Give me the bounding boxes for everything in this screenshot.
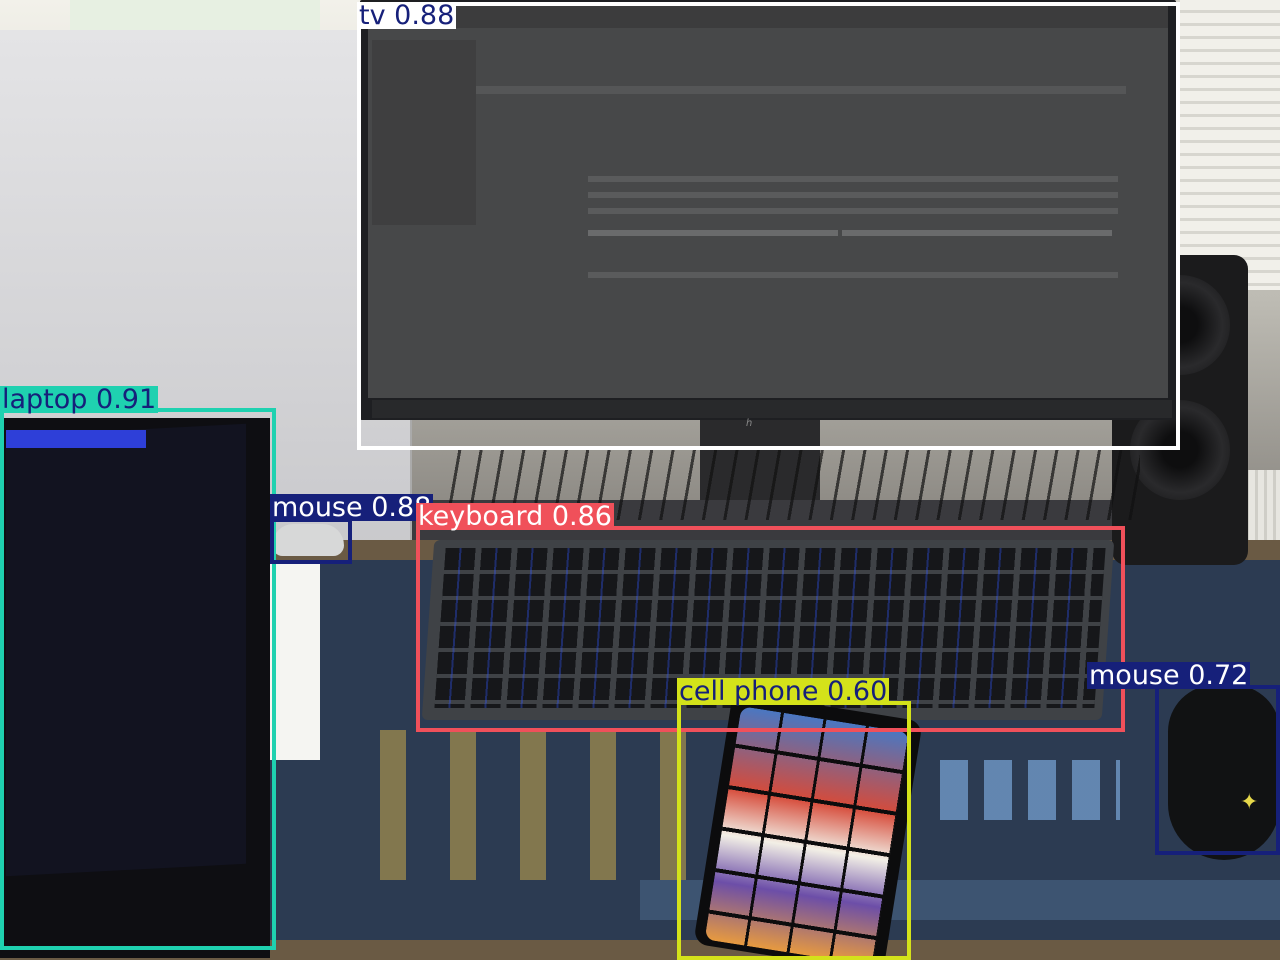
detection-label-mouse-left: mouse 0.88 (270, 492, 434, 523)
detection-box-cell-phone (677, 701, 911, 960)
desk-mat-pattern-blue (940, 760, 1120, 820)
detection-score: 0.86 (551, 501, 612, 532)
photo-scene: ℎ ✦ tv 0.88 laptop 0.91 mouse 0.88 keybo… (0, 0, 1280, 960)
detection-label-keyboard: keyboard 0.86 (416, 503, 614, 530)
detection-score: 0.88 (394, 0, 455, 31)
detection-box-laptop (0, 408, 276, 950)
detection-class: cell phone (679, 676, 819, 707)
detection-score: 0.91 (96, 384, 157, 415)
detection-class: tv (359, 0, 386, 31)
detection-label-laptop: laptop 0.91 (0, 384, 159, 415)
detection-score: 0.60 (827, 676, 888, 707)
detection-class: keyboard (418, 501, 544, 532)
detection-class: laptop (2, 384, 88, 415)
detection-box-mouse-left (270, 518, 352, 564)
window-blinds (1180, 0, 1280, 290)
detection-box-tv (357, 2, 1180, 450)
detection-label-cell-phone: cell phone 0.60 (677, 676, 890, 707)
detection-class: mouse (1089, 660, 1180, 691)
detection-label-mouse-right: mouse 0.72 (1087, 660, 1251, 691)
detection-score: 0.72 (1188, 660, 1249, 691)
detection-label-tv: tv 0.88 (357, 0, 457, 31)
detection-box-mouse-right (1155, 685, 1280, 855)
detection-class: mouse (272, 492, 363, 523)
desk-mat-pattern (380, 730, 700, 880)
